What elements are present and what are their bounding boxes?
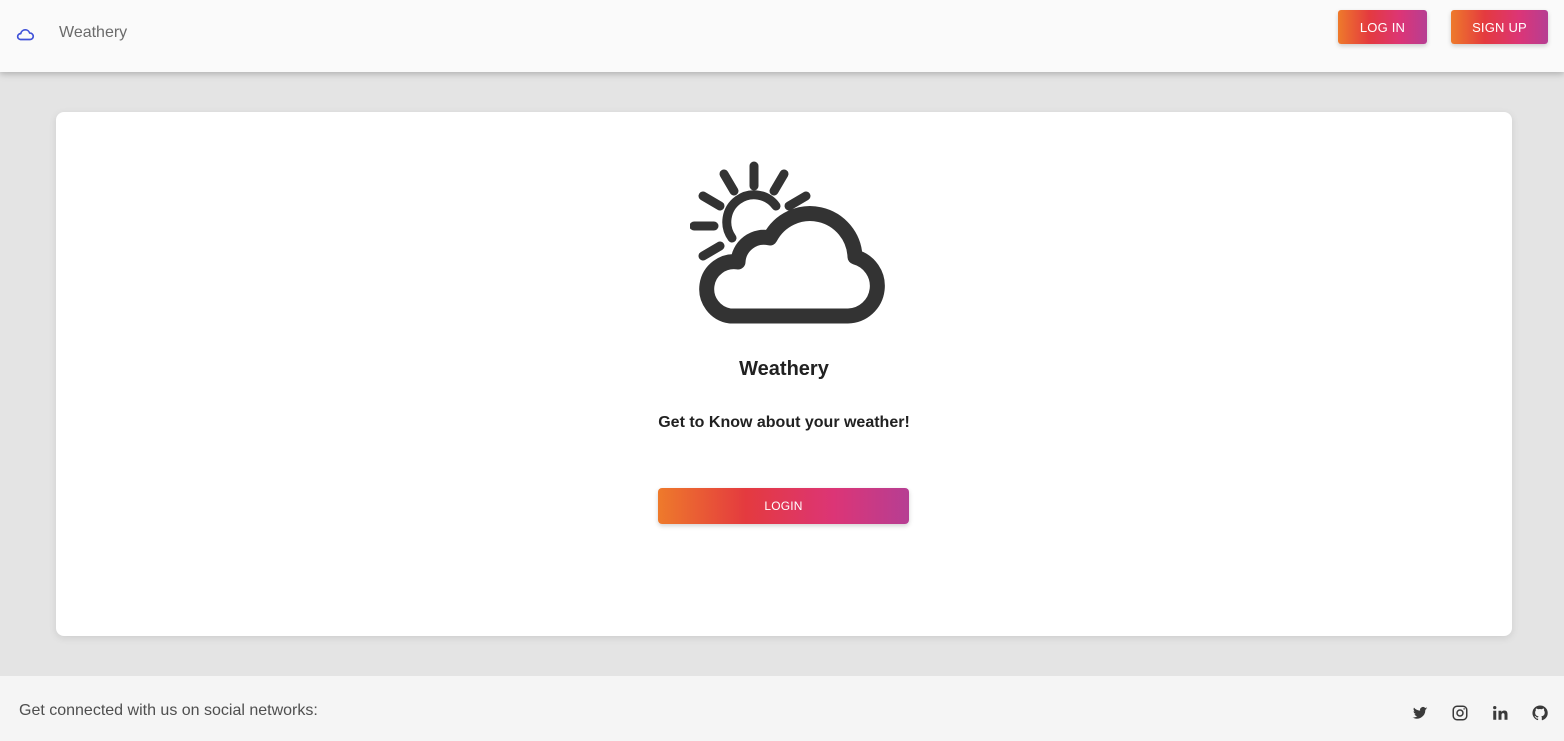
twitter-icon[interactable]	[1410, 703, 1430, 723]
footer-text: Get connected with us on social networks…	[19, 702, 318, 719]
signup-button[interactable]: SIGN UP	[1451, 10, 1548, 44]
login-button[interactable]: LOG IN	[1338, 10, 1427, 44]
cloud-icon[interactable]	[14, 23, 36, 45]
navbar: Weathery LOG IN SIGN UP	[0, 0, 1564, 72]
main-login-button[interactable]: LOGIN	[658, 488, 909, 524]
instagram-icon[interactable]	[1450, 703, 1470, 723]
navbar-brand[interactable]: Weathery	[59, 24, 127, 42]
partly-cloudy-icon	[689, 160, 890, 330]
github-icon[interactable]	[1530, 703, 1550, 723]
footer: Get connected with us on social networks…	[0, 676, 1564, 741]
linkedin-icon[interactable]	[1490, 703, 1510, 723]
hero-card: Weathery Get to Know about your weather!…	[56, 112, 1512, 636]
page-title: Weathery	[739, 358, 829, 380]
page-subtitle: Get to Know about your weather!	[658, 414, 910, 431]
